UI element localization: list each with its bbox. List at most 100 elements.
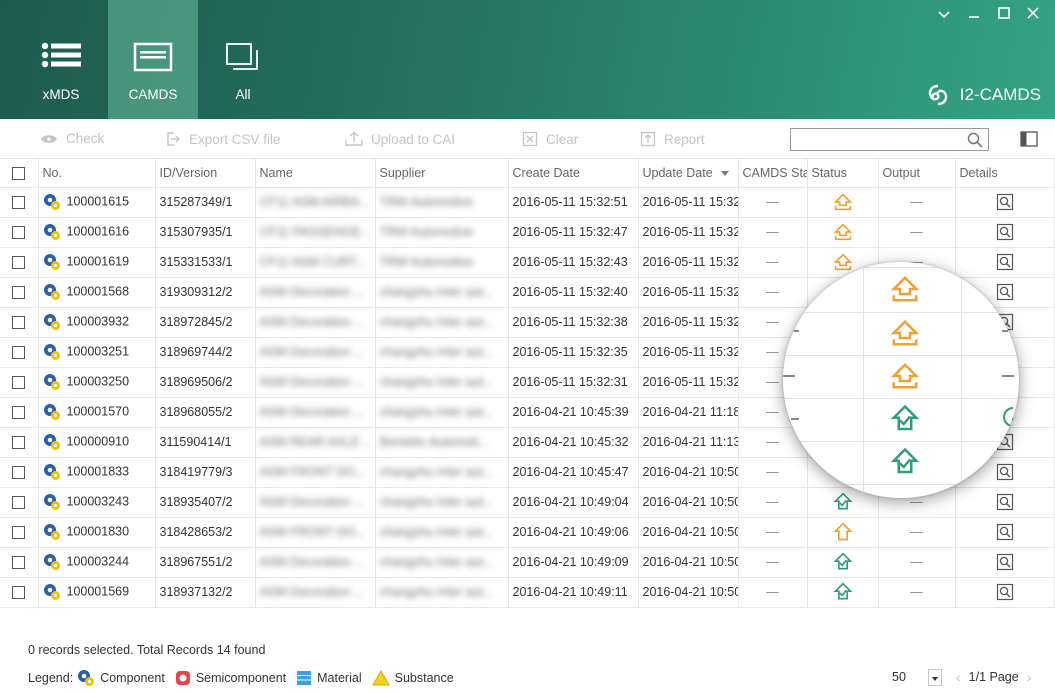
chevron-down-icon[interactable] <box>928 669 942 686</box>
col-output[interactable]: Output <box>878 159 956 188</box>
row-select-cell <box>0 547 39 578</box>
row-select-cell <box>0 337 39 368</box>
details-icon[interactable] <box>996 193 1014 211</box>
row-checkbox[interactable] <box>12 226 26 240</box>
row-checkbox[interactable] <box>12 526 26 540</box>
prev-page-button[interactable]: ‹ <box>956 669 961 685</box>
details-icon[interactable] <box>996 523 1014 541</box>
details-icon[interactable] <box>996 223 1014 241</box>
col-camds-status[interactable]: CAMDS Status <box>738 159 808 188</box>
clear-label: Clear <box>546 131 579 147</box>
no-cell: 100003251 <box>38 337 156 368</box>
row-checkbox[interactable] <box>12 286 26 300</box>
page-size-select[interactable]: 50 <box>892 667 942 687</box>
col-create-date[interactable]: Create Date <box>508 159 639 188</box>
upload-status-icon <box>890 362 920 389</box>
upload-label: Upload to CAI <box>371 131 456 147</box>
no-cell: 100003244 <box>38 547 156 578</box>
record-number: 100003932 <box>66 314 130 329</box>
select-all-checkbox[interactable] <box>12 166 26 180</box>
export-csv-button[interactable]: Export CSV file <box>165 131 281 147</box>
upload-button[interactable]: Upload to CAI <box>345 131 455 147</box>
col-id-version[interactable]: ID/Version <box>155 159 256 188</box>
no-cell: 100001833 <box>38 457 156 488</box>
col-name[interactable]: Name <box>255 159 376 188</box>
check-button[interactable]: Check <box>40 131 104 146</box>
maximize-icon <box>998 7 1010 19</box>
magnifier-gridline <box>783 355 1019 356</box>
table-row[interactable]: 100001616 315307935/1 CF11 PASSENGE... TRW … <box>0 217 1055 248</box>
table-row[interactable]: 100001569 318937132/2 ASM Decoration ... ch… <box>0 577 1055 608</box>
supplier-cell: changzhu Inter aut... <box>375 397 509 428</box>
col-status[interactable]: Status <box>807 159 879 188</box>
next-page-button[interactable]: › <box>1027 669 1032 685</box>
create-date-cell: 2016-04-21 10:45:39 <box>508 397 639 428</box>
create-date-cell: 2016-04-21 10:49:06 <box>508 517 639 548</box>
legend-material-label: Material <box>317 671 362 685</box>
maximize-button[interactable] <box>993 4 1015 24</box>
search-input[interactable] <box>791 129 961 150</box>
col-supplier[interactable]: Supplier <box>375 159 509 188</box>
supplier-cell: changzhu Inter aut... <box>375 337 509 368</box>
details-icon[interactable] <box>996 253 1014 271</box>
row-checkbox[interactable] <box>12 436 26 450</box>
row-checkbox[interactable] <box>12 196 26 210</box>
details-cell <box>955 247 1055 278</box>
component-icon <box>43 314 60 330</box>
col-details[interactable]: Details <box>955 159 1055 188</box>
status-cell <box>807 187 879 218</box>
record-number: 100001568 <box>66 284 130 299</box>
magnifier-gridline <box>783 267 1019 268</box>
name-cell: ASM Decoration ... <box>255 397 376 428</box>
supplier-cell: changzhu Inter aut... <box>375 517 509 548</box>
details-icon[interactable] <box>996 553 1014 571</box>
row-checkbox[interactable] <box>12 316 26 330</box>
record-number: 100001616 <box>66 224 130 239</box>
close-icon <box>1027 7 1039 19</box>
minimize-button[interactable] <box>963 4 985 24</box>
details-icon[interactable] <box>996 493 1014 511</box>
row-checkbox[interactable] <box>12 586 26 600</box>
no-cell: 100001616 <box>38 217 156 248</box>
col-no[interactable]: No. <box>38 159 156 188</box>
status-cell <box>807 217 879 248</box>
tab-camds[interactable]: CAMDS <box>108 0 198 119</box>
row-checkbox[interactable] <box>12 376 26 390</box>
row-checkbox[interactable] <box>12 346 26 360</box>
magnifier-gridline <box>783 398 1019 399</box>
row-select-cell <box>0 217 39 248</box>
name-cell: ASM Decoration ... <box>255 547 376 578</box>
legend-component-label: Component <box>100 671 165 685</box>
check-label: Check <box>66 131 105 146</box>
select-all-cell <box>0 159 39 188</box>
col-update-date[interactable]: Update Date <box>638 159 739 188</box>
update-date-cell: 2016-04-21 10:50:21 <box>638 457 739 488</box>
row-checkbox[interactable] <box>12 466 26 480</box>
details-icon[interactable] <box>996 463 1014 481</box>
row-checkbox[interactable] <box>12 556 26 570</box>
row-checkbox[interactable] <box>12 256 26 270</box>
record-number: 100001619 <box>66 254 130 269</box>
tab-xmds[interactable]: xMDS <box>16 0 106 119</box>
row-checkbox[interactable] <box>12 406 26 420</box>
details-icon[interactable] <box>996 283 1014 301</box>
dropdown-button[interactable] <box>933 4 955 24</box>
brand: I2-CAMDS <box>926 84 1041 106</box>
col-update-date-label: Update Date <box>642 165 713 180</box>
name-cell: ASM Decoration ... <box>255 307 376 338</box>
clear-button[interactable]: Clear <box>522 131 578 147</box>
tab-all[interactable]: All <box>198 0 288 119</box>
row-checkbox[interactable] <box>12 496 26 510</box>
report-button[interactable]: Report <box>640 131 705 147</box>
panel-toggle-icon[interactable] <box>1020 131 1038 147</box>
close-button[interactable] <box>1022 4 1044 24</box>
component-icon <box>43 374 60 390</box>
supplier-cell: Benteler Automoti... <box>375 427 509 458</box>
table-row[interactable]: 100003244 318967551/2 ASM Decoration ... ch… <box>0 547 1055 578</box>
search-icon[interactable] <box>967 132 983 148</box>
tab-camds-label: CAMDS <box>128 87 178 102</box>
table-row[interactable]: 100001830 318428653/2 ASM FRONT DO... chang… <box>0 517 1055 548</box>
window-icon <box>133 42 173 72</box>
table-row[interactable]: 100001615 315287349/1 CF11 ASM AIRBA... TRW… <box>0 187 1055 218</box>
details-icon[interactable] <box>996 583 1014 601</box>
